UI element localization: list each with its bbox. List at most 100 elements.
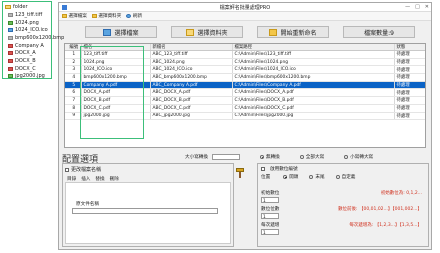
hammer-icon (234, 168, 246, 178)
cell-index: 4 (65, 74, 82, 81)
digit-count-hint: 數位前後: 【00,01,02...】【001,002...】 (338, 207, 422, 212)
cell-status: 待處理 (396, 98, 410, 104)
col-header-status[interactable]: 狀態 (395, 44, 425, 50)
maximize-button[interactable]: □ (415, 4, 420, 10)
app-icon (62, 5, 67, 10)
col-header-name[interactable]: 檔名 (82, 44, 151, 50)
start-number-value: 1 (263, 197, 266, 203)
refresh-menu[interactable]: 刷新 (126, 13, 142, 19)
tree-item-label: 1024_ICO.ico (15, 27, 48, 34)
pos-after-label: 末尾 (315, 175, 325, 180)
cell-path: C:\Admin\Files\1024_ICO.ico (233, 66, 395, 74)
position-row: 位置 開頭 末尾 自定義 (261, 174, 425, 180)
col-header-index[interactable]: 編號 (65, 44, 82, 50)
cell-index: 8 (65, 104, 82, 112)
table-row[interactable]: 3 1024_ICO.ico ABC_1024_ICO.ico C:\Admin\Fi… (65, 66, 425, 75)
close-button[interactable]: ✕ (425, 4, 429, 10)
pos-custom-radio[interactable]: 自定義 (335, 174, 355, 180)
select-folder-button[interactable]: 選擇資料夾 (171, 26, 243, 38)
cell-index: 1 (65, 51, 82, 58)
change-name-label: 更改檔案名稱 (71, 167, 102, 173)
tree-item[interactable]: 1024.png (5, 19, 49, 27)
increment-input[interactable]: 1 (261, 229, 279, 235)
radio-dot (283, 174, 288, 179)
tree-item-label: jpg2000.jpg (15, 73, 45, 80)
start-number-input[interactable]: 1 (261, 197, 279, 203)
table-row[interactable]: 9 jpg2000.jpg ABC_jpg2000.jpg C:\Admin\File… (65, 112, 425, 121)
table-row[interactable]: 2 1024.png ABC_1024.png C:\Admin\Files\1024… (65, 58, 425, 67)
cell-status: 待處理 (396, 67, 410, 73)
table-row[interactable]: 5 Company A.pdf ABC_Company A.pdf C:\Admin\… (65, 81, 425, 90)
cell-name: Company A.pdf (82, 81, 151, 89)
radio-upper[interactable]: 全部大寫 (299, 154, 325, 160)
window-title: 檔案鲆名批量處理PRO (219, 4, 271, 11)
table-row[interactable]: 6 DOCX_A.pdf ABC_DOCX_A.pdf C:\Admin\Files\… (65, 89, 425, 98)
radio-none[interactable]: 無轉換 (259, 154, 280, 160)
refresh-label: 刷新 (132, 14, 143, 19)
tree-item[interactable]: DOCX_A (5, 49, 49, 57)
case-label: 大小寫轉換 (185, 155, 208, 160)
tree-item[interactable]: Company A (5, 42, 49, 50)
pos-before-radio[interactable]: 開頭 (283, 174, 298, 180)
cell-status: 待處理 (396, 60, 410, 66)
table-row[interactable]: 7 DOCX_B.pdf ABC_DOCX_B.pdf C:\Admin\Files\… (65, 97, 425, 105)
table-row[interactable]: 4 bmp600x1200.bmp ABC_bmp600x1200.bmp C:\Ad… (65, 74, 425, 82)
increment-label: 每次遞增 (261, 223, 280, 228)
tree-item[interactable]: bmp600x1200.bmp (5, 34, 64, 42)
pos-after-radio[interactable]: 末尾 (309, 174, 325, 180)
cell-name: DOCX_B.pdf (82, 97, 151, 104)
start-number-hint: 初始數位為: 0,1,2... (380, 191, 422, 196)
title-bar: 檔案鲆名批量處理PRO — □ ✕ (59, 3, 431, 12)
tree-item[interactable]: DOCX_C (5, 65, 49, 73)
enable-numbering-checkbox[interactable]: 啟用數位編號 (261, 166, 425, 172)
original-name-input[interactable] (72, 208, 218, 214)
tree-root[interactable]: folder (5, 3, 49, 11)
enable-numbering-label: 啟用數位編號 (270, 167, 298, 172)
pdf-file-icon (8, 66, 13, 71)
radio-lower[interactable]: 小寫轉大寫 (344, 154, 373, 160)
cell-path: C:\Admin\Files\DOCX_B.pdf (233, 97, 395, 104)
cell-new-name: ABC_1024_ICO.ico (151, 66, 233, 74)
radio-dot (335, 174, 340, 179)
col-header-path[interactable]: 檔案路徑 (233, 44, 395, 50)
tree-item[interactable]: 123_tiff.tiff (5, 11, 49, 19)
digit-count-field: 數位位數 數位前後: 【00,01,02...】【001,002...】 (261, 206, 425, 212)
pdf-file-icon (8, 51, 13, 56)
pdf-file-icon (8, 43, 13, 48)
cell-path: C:\Admin\Files\bmp600x1200.bmp (233, 74, 395, 81)
select-files-label: 選擇檔案 (68, 14, 87, 19)
cell-path: C:\Admin\Files\DOCX_A.pdf (233, 89, 395, 97)
cell-status: 待處理 (396, 113, 410, 119)
select-file-button[interactable]: 選擇檔案 (85, 26, 157, 38)
start-rename-label: 開始重新命名 (280, 29, 317, 37)
toolbar: 選擇檔案 選擇資料夾 刷新 (59, 12, 431, 21)
pos-before-label: 開頭 (289, 175, 299, 180)
select-folder-menu[interactable]: 選擇資料夾 (91, 13, 121, 19)
cell-path: C:\Admin\Files\1024.png (233, 58, 395, 66)
radio-dot (344, 155, 349, 159)
cell-new-name: ABC_DOCX_A.pdf (151, 89, 233, 97)
jpg-file-icon (8, 74, 13, 79)
col-header-new-name[interactable]: 新檔名 (151, 44, 233, 50)
table-row[interactable]: 1 123_tiff.tiff ABC_123_tiff.tiff C:\Admin\… (65, 51, 425, 59)
tree-item[interactable]: jpg2000.jpg (5, 73, 49, 81)
case-select[interactable] (211, 154, 240, 160)
table-row[interactable]: 8 DOCX_C.pdf ABC_DOCX_C.pdf C:\Admin\Files\… (65, 104, 425, 113)
increment-value: 1 (263, 229, 266, 235)
tree-item-label: 123_tiff.tiff (15, 11, 43, 18)
digit-count-input[interactable]: 1 (261, 213, 279, 219)
start-number-field: 初始數位 初始數位為: 0,1,2... (261, 190, 425, 196)
file-count: 檔案數量:9 (343, 26, 415, 38)
position-label: 位置 (261, 175, 271, 180)
change-name-checkbox[interactable]: 更改檔案名稱 (65, 166, 231, 173)
start-rename-button[interactable]: 開始重新命名 (257, 26, 329, 38)
select-files-menu[interactable]: 選擇檔案 (62, 13, 87, 19)
tree-item[interactable]: 1024_ICO.ico (5, 26, 49, 34)
tree-item[interactable]: DOCX_B (5, 57, 49, 65)
app-window: 檔案鲆名批量處理PRO — □ ✕ 選擇檔案 選擇資料夾 刷新 選擇檔案 選擇資… (58, 2, 432, 250)
digit-count-value: 1 (263, 213, 266, 219)
cell-index: 3 (65, 66, 82, 74)
minimize-button[interactable]: — (405, 4, 410, 10)
cell-new-name: ABC_jpg2000.jpg (151, 112, 233, 120)
radio-upper-label: 全部大寫 (305, 155, 325, 160)
